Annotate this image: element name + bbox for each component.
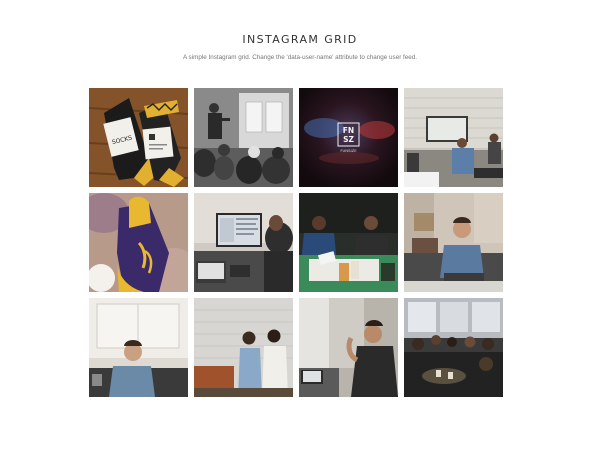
logo-line-2: SZ bbox=[343, 135, 354, 144]
grid-tile-fnsz-logo[interactable]: FN SZ FUNSIZE bbox=[299, 88, 398, 187]
grid-tile-two-people[interactable] bbox=[194, 298, 293, 397]
sock-closeup-photo bbox=[89, 193, 188, 292]
instagram-grid: SOCKS FN SZ FUNSIZE bbox=[89, 88, 503, 398]
fnsz-logo-photo: FN SZ FUNSIZE bbox=[299, 88, 398, 187]
socks-photo: SOCKS bbox=[89, 88, 188, 187]
team-group-photo bbox=[404, 298, 503, 397]
meeting-table-photo bbox=[299, 193, 398, 292]
two-people-talking-photo bbox=[194, 298, 293, 397]
grid-tile-presentation[interactable] bbox=[194, 88, 293, 187]
grid-tile-man-sofa[interactable] bbox=[404, 193, 503, 292]
office-screen-photo bbox=[404, 88, 503, 187]
presentation-bw-photo bbox=[194, 88, 293, 187]
grid-tile-man-gesturing[interactable] bbox=[299, 298, 398, 397]
page: INSTAGRAM GRID A simple Instagram grid. … bbox=[0, 0, 600, 458]
grid-tile-monitor-desk[interactable] bbox=[194, 193, 293, 292]
grid-tile-team-group[interactable] bbox=[404, 298, 503, 397]
man-gesturing-photo bbox=[299, 298, 398, 397]
grid-tile-meeting-table[interactable] bbox=[299, 193, 398, 292]
grid-tile-office-screen[interactable] bbox=[404, 88, 503, 187]
page-subtitle: A simple Instagram grid. Change the 'dat… bbox=[182, 54, 418, 61]
monitor-desk-photo bbox=[194, 193, 293, 292]
page-title: INSTAGRAM GRID bbox=[242, 33, 358, 46]
man-sofa-photo bbox=[404, 193, 503, 292]
logo-caption: FUNSIZE bbox=[340, 148, 357, 153]
grid-tile-socks[interactable]: SOCKS bbox=[89, 88, 188, 187]
logo-line-1: FN bbox=[343, 126, 354, 135]
grid-tile-man-window[interactable] bbox=[89, 298, 188, 397]
man-window-photo bbox=[89, 298, 188, 397]
grid-tile-sock-closeup[interactable] bbox=[89, 193, 188, 292]
